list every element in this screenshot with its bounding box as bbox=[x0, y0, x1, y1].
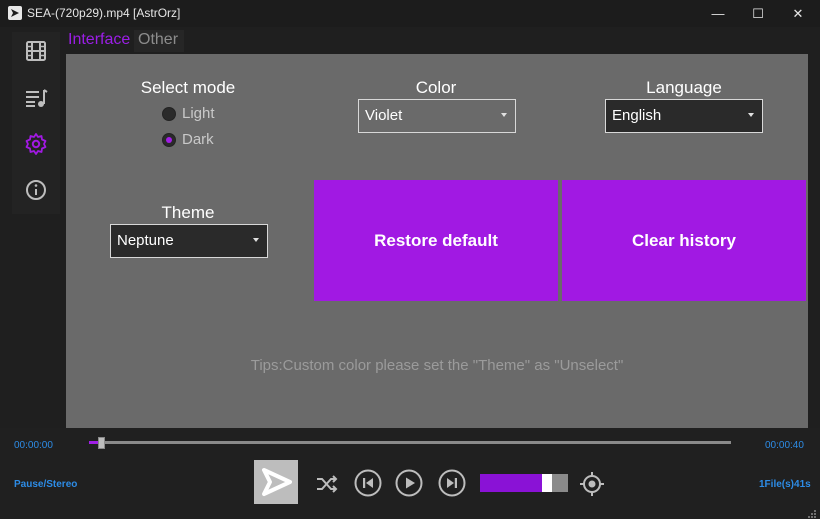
film-icon bbox=[26, 41, 46, 61]
minimize-button[interactable]: — bbox=[698, 0, 738, 27]
color-dropdown-value: Violet bbox=[365, 107, 403, 124]
app-logo-icon bbox=[8, 6, 22, 20]
tab-interface[interactable]: Interface bbox=[68, 31, 130, 49]
theme-dropdown[interactable]: Neptune bbox=[110, 224, 268, 258]
theme-label: Theme bbox=[161, 203, 215, 222]
playlist-icon bbox=[26, 89, 48, 107]
color-dropdown[interactable]: Violet bbox=[358, 99, 516, 133]
window-title: SEA-(720p29).mp4 [AstrOrz] bbox=[27, 6, 181, 20]
file-info: 1File(s)41s bbox=[759, 479, 811, 490]
previous-button[interactable] bbox=[354, 469, 382, 497]
resize-grip-icon[interactable] bbox=[807, 506, 817, 518]
close-button[interactable]: ✕ bbox=[778, 0, 818, 27]
radio-dark-indicator[interactable] bbox=[162, 132, 176, 147]
chevron-down-icon bbox=[253, 238, 259, 242]
shuffle-button[interactable] bbox=[313, 470, 341, 498]
gear-icon bbox=[25, 133, 47, 155]
skip-previous-icon bbox=[354, 469, 382, 497]
language-dropdown-value: English bbox=[612, 107, 662, 124]
restore-default-button[interactable]: Restore default bbox=[314, 180, 558, 301]
info-icon bbox=[26, 180, 46, 200]
select-mode-label: Select mode bbox=[140, 78, 236, 97]
language-dropdown[interactable]: English bbox=[605, 99, 763, 133]
sidebar-item-playlist[interactable] bbox=[24, 86, 48, 110]
language-label: Language bbox=[646, 78, 722, 97]
radio-dark[interactable]: Dark bbox=[162, 131, 214, 148]
radio-dark-label: Dark bbox=[182, 131, 214, 148]
app-logo-button[interactable] bbox=[254, 460, 298, 504]
shuffle-icon bbox=[317, 475, 338, 493]
radio-light-indicator[interactable] bbox=[162, 106, 176, 121]
playback-status: Pause/Stereo bbox=[14, 479, 78, 490]
theme-dropdown-value: Neptune bbox=[117, 232, 174, 249]
sidebar bbox=[12, 32, 60, 214]
clear-history-button[interactable]: Clear history bbox=[562, 180, 806, 301]
chevron-down-icon bbox=[748, 113, 754, 117]
chevron-down-icon bbox=[501, 113, 507, 117]
total-time: 00:00:40 bbox=[765, 440, 804, 451]
tips-text: Tips:Custom color please set the "Theme"… bbox=[250, 357, 624, 374]
seek-handle[interactable] bbox=[98, 437, 105, 449]
seek-bar[interactable] bbox=[89, 441, 731, 444]
play-icon bbox=[395, 469, 423, 497]
maximize-button[interactable]: ☐ bbox=[738, 0, 778, 27]
color-label: Color bbox=[415, 78, 457, 97]
title-bar: SEA-(720p29).mp4 [AstrOrz] — ☐ ✕ bbox=[0, 0, 820, 27]
settings-panel: Select mode Light Dark Color Violet Lang… bbox=[66, 54, 808, 428]
next-button[interactable] bbox=[438, 469, 466, 497]
skip-next-icon bbox=[438, 469, 466, 497]
sidebar-item-settings[interactable] bbox=[24, 132, 48, 156]
volume-level bbox=[480, 474, 542, 492]
sidebar-item-video[interactable] bbox=[24, 39, 48, 63]
play-button[interactable] bbox=[395, 469, 423, 497]
locate-button[interactable] bbox=[578, 470, 606, 498]
volume-handle[interactable] bbox=[542, 474, 552, 492]
sidebar-item-about[interactable] bbox=[24, 178, 48, 202]
logo-icon bbox=[262, 468, 292, 496]
radio-light[interactable]: Light bbox=[162, 105, 215, 122]
current-time: 00:00:00 bbox=[14, 440, 53, 451]
radio-light-label: Light bbox=[182, 105, 215, 122]
crosshair-icon bbox=[580, 472, 604, 496]
tab-other[interactable]: Other bbox=[138, 31, 178, 49]
